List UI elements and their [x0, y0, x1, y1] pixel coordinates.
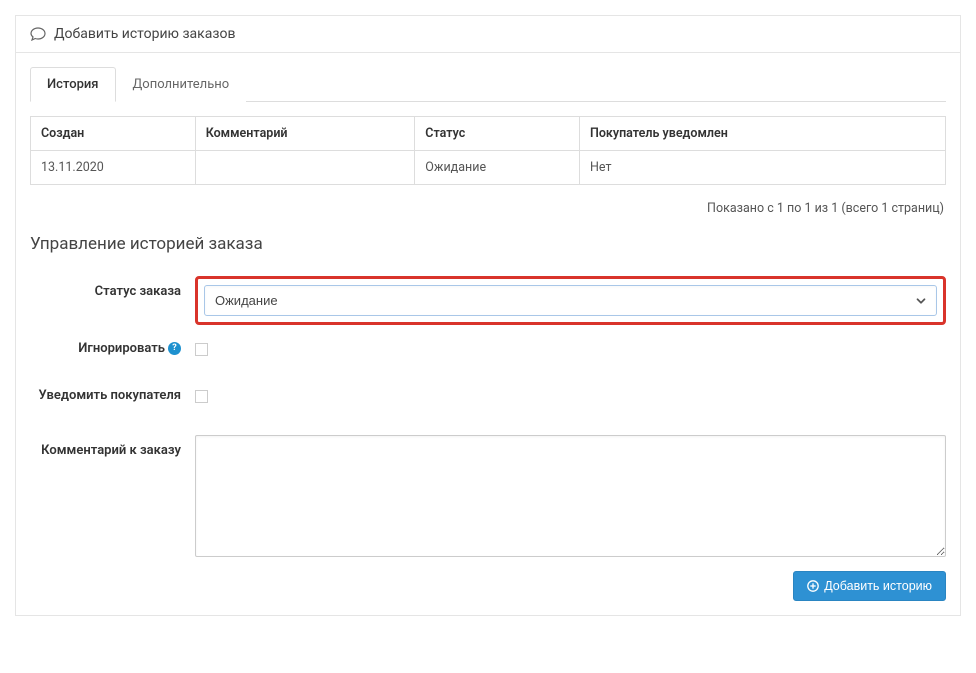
order-status-select[interactable]: Ожидание	[204, 285, 937, 316]
button-row: Добавить историю	[30, 571, 946, 601]
tab-history[interactable]: История	[30, 67, 116, 102]
notify-checkbox[interactable]	[195, 390, 208, 403]
ignore-checkbox[interactable]	[195, 343, 208, 356]
row-order-status: Статус заказа Ожидание	[30, 276, 946, 325]
tabs: История Дополнительно	[30, 67, 946, 102]
th-notified: Покупатель уведомлен	[579, 117, 945, 151]
add-history-button[interactable]: Добавить историю	[793, 571, 946, 601]
table-row: 13.11.2020 Ожидание Нет	[31, 151, 946, 185]
th-comment: Комментарий	[195, 117, 415, 151]
td-status: Ожидание	[415, 151, 580, 185]
panel-title: Добавить историю заказов	[54, 26, 235, 42]
order-history-panel: Добавить историю заказов История Дополни…	[15, 15, 961, 616]
history-table: Создан Комментарий Статус Покупатель уве…	[30, 116, 946, 185]
table-header-row: Создан Комментарий Статус Покупатель уве…	[31, 117, 946, 151]
label-notify: Уведомить покупателя	[30, 388, 195, 405]
row-ignore: Игнорировать?	[30, 341, 946, 360]
td-created: 13.11.2020	[31, 151, 196, 185]
comment-textarea[interactable]	[195, 435, 946, 557]
panel-header: Добавить историю заказов	[16, 16, 960, 53]
comment-icon	[30, 27, 46, 41]
plus-circle-icon	[807, 580, 819, 592]
pagination-info: Показано с 1 по 1 из 1 (всего 1 страниц)	[30, 191, 946, 234]
label-comment: Комментарий к заказу	[30, 435, 195, 460]
td-notified: Нет	[579, 151, 945, 185]
tab-additional[interactable]: Дополнительно	[116, 67, 247, 102]
label-ignore: Игнорировать?	[30, 341, 195, 358]
add-history-label: Добавить историю	[824, 579, 932, 593]
row-notify: Уведомить покупателя	[30, 388, 946, 407]
th-created: Создан	[31, 117, 196, 151]
help-icon[interactable]: ?	[168, 342, 181, 355]
row-comment: Комментарий к заказу	[30, 435, 946, 561]
td-comment	[195, 151, 415, 185]
th-status: Статус	[415, 117, 580, 151]
section-title: Управление историей заказа	[30, 234, 946, 254]
status-highlight: Ожидание	[195, 276, 946, 325]
label-order-status: Статус заказа	[30, 276, 195, 301]
panel-body: История Дополнительно Создан Комментарий…	[16, 53, 960, 615]
